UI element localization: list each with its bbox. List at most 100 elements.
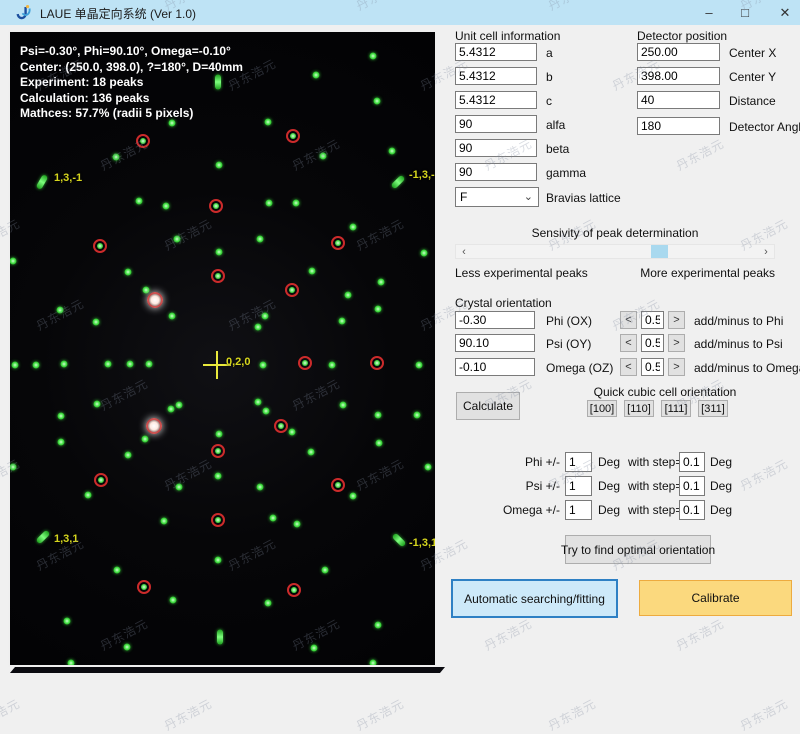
search-phi-deg2: Deg	[710, 455, 732, 469]
search-psi-range-input[interactable]	[565, 476, 592, 496]
diffraction-peak	[289, 429, 296, 436]
auto-search-button[interactable]: Automatic searching/fitting	[451, 579, 618, 618]
diffraction-peak	[163, 203, 170, 210]
input-center-y[interactable]	[637, 67, 720, 85]
diffraction-peak	[257, 236, 264, 243]
watermark-text: 丹东浩元	[481, 615, 535, 654]
calibrate-button[interactable]: Calibrate	[639, 580, 792, 616]
diffraction-peak	[350, 224, 357, 231]
omega-step-input[interactable]	[641, 358, 664, 376]
diffraction-peak	[93, 319, 100, 326]
quick-100-button[interactable]: [100]	[587, 400, 617, 417]
input-beta[interactable]	[455, 139, 537, 157]
search-phi-step-label: with step=	[628, 455, 682, 469]
diffraction-peak	[370, 356, 384, 370]
input-c[interactable]	[455, 91, 537, 109]
maximize-button[interactable]: □	[728, 0, 762, 25]
phi-plus-button[interactable]: >	[668, 311, 685, 329]
diffraction-peak	[137, 580, 151, 594]
psi-plus-button[interactable]: >	[668, 334, 685, 352]
diffraction-peak	[124, 644, 131, 651]
sensitivity-title: Sensivity of peak determination	[455, 226, 775, 240]
close-button[interactable]: ✕	[768, 0, 800, 25]
diffraction-peak	[176, 402, 183, 409]
search-phi-range-input[interactable]	[565, 452, 592, 472]
diffraction-peak	[217, 630, 223, 645]
input-gamma[interactable]	[455, 163, 537, 181]
quick-311-button[interactable]: [311]	[698, 400, 728, 417]
scroll-left-arrow[interactable]: ‹	[456, 245, 472, 258]
diffraction-peak	[257, 484, 264, 491]
search-omega-step-input[interactable]	[679, 500, 705, 520]
diffraction-peak	[425, 464, 432, 471]
diffraction-peak	[322, 567, 329, 574]
scroll-thumb[interactable]	[651, 245, 668, 258]
diffraction-peak	[142, 436, 149, 443]
psi-minus-button[interactable]: <	[620, 334, 637, 352]
input-omega[interactable]	[455, 358, 535, 376]
input-psi[interactable]	[455, 334, 535, 352]
detector-title: Detector position	[637, 29, 727, 43]
diffraction-peak	[265, 119, 272, 126]
hkl-label: 1,3,-1	[54, 172, 82, 184]
bravais-lattice-label: Bravias lattice	[546, 191, 621, 205]
diffraction-peak	[36, 530, 51, 545]
orientation-info-text: Psi=-0.30°, Phi=90.10°, Omega=-0.10° Cen…	[20, 44, 243, 122]
diffraction-image-frame: Psi=-0.30°, Phi=90.10°, Omega=-0.10° Cen…	[8, 30, 437, 667]
diffraction-peak	[391, 175, 406, 190]
scroll-right-arrow[interactable]: ›	[758, 245, 774, 258]
search-phi-step-input[interactable]	[679, 452, 705, 472]
diffraction-peak	[329, 362, 336, 369]
diffraction-peak	[340, 402, 347, 409]
input-center-x[interactable]	[637, 43, 720, 61]
title-bar: LAUE 单晶定向系统 (Ver 1.0) – □ ✕	[0, 0, 800, 25]
omega-plus-button[interactable]: >	[668, 358, 685, 376]
diffraction-peak	[311, 645, 318, 652]
input-a[interactable]	[455, 43, 537, 61]
quick-111-button[interactable]: [111]	[661, 400, 691, 417]
search-omega-range-input[interactable]	[565, 500, 592, 520]
diffraction-peak	[331, 236, 345, 250]
unit-cell-title: Unit cell information	[455, 29, 560, 43]
diffraction-peak	[215, 557, 222, 564]
diffraction-peak	[375, 412, 382, 419]
phi-step-input[interactable]	[641, 311, 664, 329]
diffraction-peak	[274, 419, 288, 433]
diffraction-peak	[94, 401, 101, 408]
label-b: b	[546, 70, 553, 84]
diffraction-peak	[270, 515, 277, 522]
label-c: c	[546, 94, 552, 108]
watermark-text: 丹东浩元	[673, 615, 727, 654]
diffraction-peak	[320, 153, 327, 160]
input-alfa[interactable]	[455, 115, 537, 133]
diffraction-peak	[339, 318, 346, 325]
bravais-lattice-select[interactable]: F ⌄	[455, 187, 539, 207]
diffraction-peak	[170, 597, 177, 604]
diffraction-peak	[286, 129, 300, 143]
diffraction-image-canvas[interactable]: Psi=-0.30°, Phi=90.10°, Omega=-0.10° Cen…	[10, 32, 435, 665]
input-phi[interactable]	[455, 311, 535, 329]
phi-minus-button[interactable]: <	[620, 311, 637, 329]
diffraction-peak	[85, 492, 92, 499]
diffraction-peak	[125, 269, 132, 276]
diffraction-peak	[58, 413, 65, 420]
quick-110-button[interactable]: [110]	[624, 400, 654, 417]
input-distance[interactable]	[637, 91, 720, 109]
find-optimal-button[interactable]: Try to find optimal orientation	[565, 535, 711, 564]
app-icon	[14, 3, 34, 22]
diffraction-peak	[215, 473, 222, 480]
sensitivity-scrollbar[interactable]: ‹ ›	[455, 244, 775, 259]
diffraction-peak	[10, 258, 17, 265]
omega-minus-button[interactable]: <	[620, 358, 637, 376]
psi-step-input[interactable]	[641, 334, 664, 352]
diffraction-peak	[33, 362, 40, 369]
watermark-text: 丹东浩元	[353, 695, 407, 734]
calculate-button[interactable]: Calculate	[456, 392, 520, 420]
input-detector-angle[interactable]	[637, 117, 720, 135]
input-b[interactable]	[455, 67, 537, 85]
diffraction-peak	[68, 660, 75, 666]
diffraction-peak	[285, 283, 299, 297]
search-psi-step-input[interactable]	[679, 476, 705, 496]
diffraction-peak	[389, 148, 396, 155]
minimize-button[interactable]: –	[692, 0, 726, 25]
